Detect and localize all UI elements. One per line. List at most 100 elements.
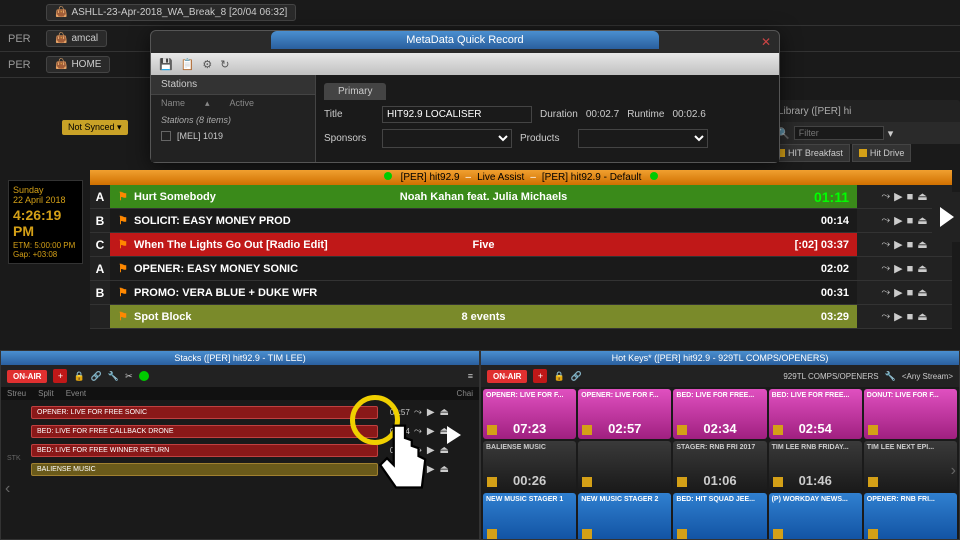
playout-row[interactable]: B ⚑SOLICIT: EASY MONEY PROD00:14 ⤳▶■⏏ xyxy=(90,209,952,233)
hotkey-cell[interactable]: TIM LEE NEXT EPI... xyxy=(864,441,957,491)
add-button[interactable]: + xyxy=(53,369,67,383)
link-icon[interactable]: 🔗 xyxy=(571,371,582,382)
eject-icon[interactable]: ⏏ xyxy=(917,286,927,299)
hotkey-cell[interactable]: OPENER: LIVE FOR F...07:23 xyxy=(483,389,576,439)
hotkey-cell[interactable]: DONUT: LIVE FOR F... xyxy=(864,389,957,439)
mode-label[interactable]: Live Assist xyxy=(477,172,524,183)
cut-icon[interactable]: ✂ xyxy=(125,371,133,382)
stacks-tab[interactable]: Event xyxy=(66,389,86,398)
primary-tab[interactable]: Primary xyxy=(324,83,386,100)
hotkey-cell[interactable]: STAGER: RNB FRI 201701:06 xyxy=(673,441,766,491)
play-icon[interactable]: ▶ xyxy=(427,407,435,418)
main-play-button[interactable] xyxy=(932,192,960,242)
row-handle[interactable]: A xyxy=(90,185,110,208)
play-icon[interactable]: ▶ xyxy=(894,214,902,227)
not-synced-badge[interactable]: Not Synced ▾ xyxy=(62,120,128,135)
stop-icon[interactable]: ■ xyxy=(907,215,914,227)
library-tab[interactable]: HIT Breakfast xyxy=(770,144,850,162)
chevron-left-icon[interactable]: ‹ xyxy=(5,480,10,498)
stop-icon[interactable]: ■ xyxy=(907,287,914,299)
hotkey-cell[interactable]: BED: LIVE FOR FREE...02:54 xyxy=(769,389,862,439)
segue-icon[interactable]: ⤳ xyxy=(881,238,890,251)
stream-selector[interactable]: <Any Stream> xyxy=(902,372,953,381)
station-row[interactable]: [MEL] 1019 xyxy=(151,128,315,144)
hotkey-cell[interactable]: OPENER: LIVE FOR F...02:57 xyxy=(578,389,671,439)
clock-gap: Gap: +03:08 xyxy=(13,250,78,259)
sponsors-select[interactable] xyxy=(382,129,512,148)
eject-icon[interactable]: ⏏ xyxy=(917,310,927,323)
row-handle[interactable]: B xyxy=(90,209,110,232)
hotkeys-selector[interactable]: 929TL COMPS/OPENERS xyxy=(783,372,878,381)
link-icon[interactable]: 🔗 xyxy=(91,371,102,382)
add-button[interactable]: + xyxy=(533,369,547,383)
play-icon[interactable]: ▶ xyxy=(894,238,902,251)
row-handle[interactable] xyxy=(90,305,110,328)
segue-icon[interactable]: ⤳ xyxy=(414,407,422,418)
lock-icon[interactable]: 🔒 xyxy=(553,371,564,382)
segue-icon[interactable]: ⤳ xyxy=(881,262,890,275)
hotkey-cell[interactable]: BED: HIT SQUAD JEE... xyxy=(673,493,766,539)
hotkey-cell[interactable]: TIM LEE RNB FRIDAY...01:46 xyxy=(769,441,862,491)
hotkey-cell[interactable] xyxy=(578,441,671,491)
playout-row[interactable]: B ⚑PROMO: VERA BLUE + DUKE WFR00:31 ⤳▶■⏏ xyxy=(90,281,952,305)
segue-icon[interactable]: ⤳ xyxy=(881,190,890,203)
segue-icon[interactable]: ⤳ xyxy=(881,286,890,299)
library-tab[interactable]: Hit Drive xyxy=(852,144,912,162)
hotkey-cell[interactable]: NEW MUSIC STAGER 2 xyxy=(578,493,671,539)
playout-row[interactable]: C ⚑When The Lights Go Out [Radio Edit]Fi… xyxy=(90,233,952,257)
chain-col: Chai xyxy=(457,389,473,398)
title-input[interactable] xyxy=(382,106,532,123)
eject-icon[interactable]: ⏏ xyxy=(917,262,927,275)
row-handle[interactable]: B xyxy=(90,281,110,304)
stacks-tab[interactable]: Split xyxy=(38,389,54,398)
row-handle[interactable]: C xyxy=(90,233,110,256)
eject-icon[interactable]: ⏏ xyxy=(917,214,927,227)
wrench-icon[interactable]: 🔧 xyxy=(108,371,119,382)
copy-icon[interactable]: 📋 xyxy=(181,58,195,71)
gear-icon[interactable]: ⚙ xyxy=(202,58,212,71)
eject-icon[interactable]: ⏏ xyxy=(917,190,927,203)
row-handle[interactable]: A xyxy=(90,257,110,280)
stop-icon[interactable]: ■ xyxy=(907,311,914,323)
stop-icon[interactable]: ■ xyxy=(907,239,914,251)
stack-bar[interactable]: BED: LIVE FOR FREE CALLBACK DRONE xyxy=(31,425,378,438)
play-icon[interactable]: ▶ xyxy=(894,286,902,299)
eject-icon[interactable]: ⏏ xyxy=(440,464,449,475)
playout-row[interactable]: A ⚑OPENER: EASY MONEY SONIC02:02 ⤳▶■⏏ xyxy=(90,257,952,281)
play-icon[interactable]: ▶ xyxy=(894,262,902,275)
hotkey-cell[interactable]: BALIENSE MUSIC00:26 xyxy=(483,441,576,491)
chevron-right-icon[interactable]: › xyxy=(951,462,956,480)
segue-icon[interactable]: ⤳ xyxy=(881,214,890,227)
play-icon[interactable]: ▶ xyxy=(894,190,902,203)
play-icon[interactable]: ▶ xyxy=(894,310,902,323)
eject-icon[interactable]: ⏏ xyxy=(440,407,449,418)
products-select[interactable] xyxy=(578,129,708,148)
lock-icon[interactable]: 🔒 xyxy=(73,371,84,382)
stack-bar[interactable]: BED: LIVE FOR FREE WINNER RETURN xyxy=(31,444,378,457)
dropdown-icon[interactable]: ▾ xyxy=(888,127,894,140)
filter-input[interactable] xyxy=(794,126,884,140)
wrench-icon[interactable]: 🔧 xyxy=(885,371,896,382)
hotkey-cell[interactable]: OPENER: RNB FRI... xyxy=(864,493,957,539)
stations-tab[interactable]: Stations xyxy=(151,75,315,95)
clock-etm: ETM: 5:00:00 PM xyxy=(13,241,78,250)
hotkey-cell[interactable]: BED: LIVE FOR FREE...02:34 xyxy=(673,389,766,439)
playout-row[interactable]: A ⚑Hurt SomebodyNoah Kahan feat. Julia M… xyxy=(90,185,952,209)
stop-icon[interactable]: ■ xyxy=(907,191,914,203)
close-icon[interactable]: ✕ xyxy=(761,35,771,49)
stacks-play-button[interactable] xyxy=(439,420,469,450)
hotkey-cell[interactable]: NEW MUSIC STAGER 1 xyxy=(483,493,576,539)
save-icon[interactable]: 💾 xyxy=(159,58,173,71)
segue-icon[interactable]: ⤳ xyxy=(881,310,890,323)
stop-icon[interactable]: ■ xyxy=(907,263,914,275)
hotkey-cell[interactable]: (P) WORKDAY NEWS... xyxy=(769,493,862,539)
hotkey-time: 00:26 xyxy=(486,473,573,488)
stacks-tab[interactable]: Streu xyxy=(7,389,26,398)
eject-icon[interactable]: ⏏ xyxy=(917,238,927,251)
menu-icon[interactable]: ≡ xyxy=(468,371,473,381)
playout-row[interactable]: ⚑Spot Block8 events03:29 ⤳▶■⏏ xyxy=(90,305,952,329)
stack-bar[interactable]: BALIENSE MUSIC xyxy=(31,463,378,476)
stack-bar[interactable]: OPENER: LIVE FOR FREE SONIC xyxy=(31,406,378,419)
track-time: 03:29 xyxy=(821,311,849,323)
refresh-icon[interactable]: ↻ xyxy=(220,58,229,71)
